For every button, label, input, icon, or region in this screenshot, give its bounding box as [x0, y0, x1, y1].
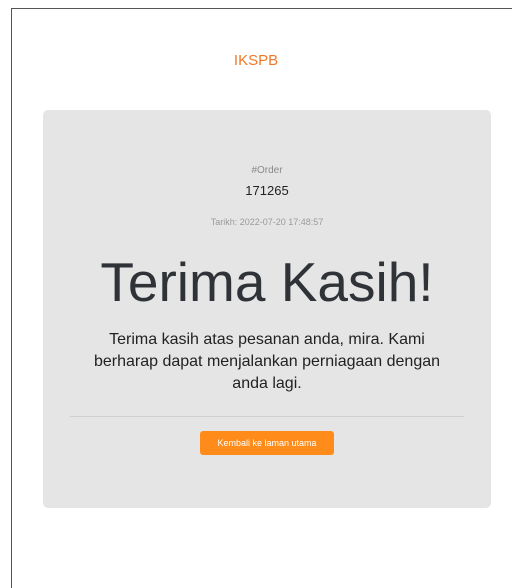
order-date: Tarikh: 2022-07-20 17:48:57: [210, 217, 324, 227]
thank-you-message: Terima kasih atas pesanan anda, mira. Ka…: [93, 331, 441, 392]
order-label: #Order: [251, 165, 283, 176]
back-to-home-button[interactable]: Kembali ke laman utama: [200, 431, 334, 455]
thank-you-title: Terima Kasih!: [100, 251, 434, 313]
divider: [70, 416, 464, 417]
order-number: 171265: [245, 183, 289, 198]
brand-link[interactable]: IKSPB: [0, 52, 512, 69]
order-confirmation-card: #Order 171265 Tarikh: 2022-07-20 17:48:5…: [43, 110, 491, 508]
